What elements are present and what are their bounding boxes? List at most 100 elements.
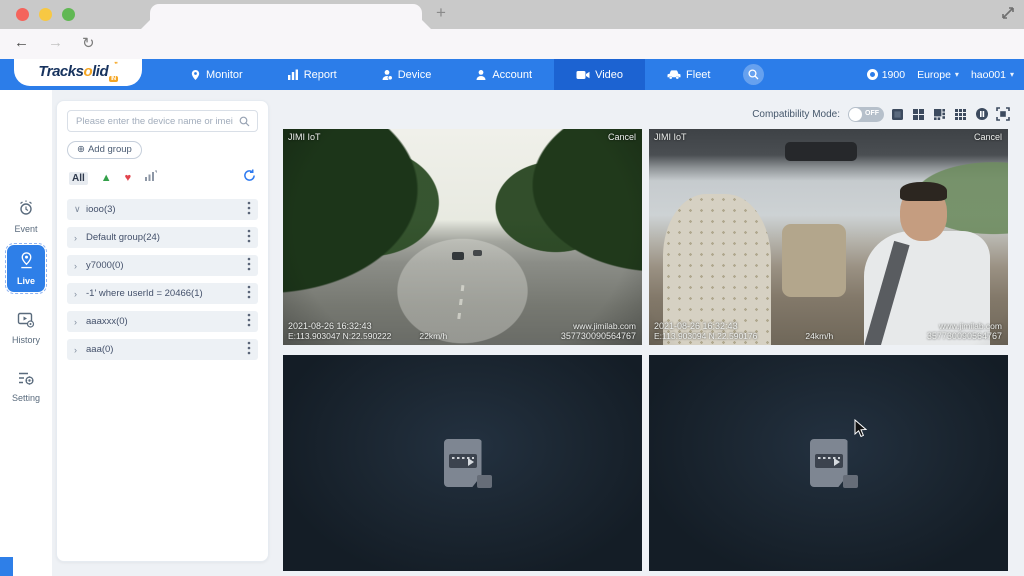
sidebar-item-event[interactable]: Event xyxy=(0,200,52,234)
nav-item-device[interactable]: Device xyxy=(359,59,454,90)
chevron-right-icon[interactable]: › xyxy=(74,317,86,327)
device-search-input[interactable] xyxy=(67,110,258,132)
refresh-icon[interactable] xyxy=(243,169,256,187)
reload-button[interactable]: ↻ xyxy=(82,34,95,52)
feed-telemetry-overlay: 2021-08-26 16:32:43 E:113.903047 N:22.59… xyxy=(288,321,447,341)
filter-signal-icon[interactable] xyxy=(144,169,157,187)
nav-item-report[interactable]: Report xyxy=(265,59,359,90)
video-file-placeholder-icon xyxy=(444,439,482,487)
feed-imei: 357730090564767 xyxy=(561,331,636,341)
setting-sliders-icon xyxy=(17,370,35,386)
feed-coordinates: E:113.903047 N:22.590222 xyxy=(288,331,391,341)
brand-logo-text: TracksolidIN xyxy=(38,63,117,82)
region-selector[interactable]: Europe▾ xyxy=(917,69,959,81)
play-icon xyxy=(834,458,840,466)
feed-id-overlay: www.jimilab.com 357730090564767 xyxy=(927,321,1002,341)
filter-moving-icon[interactable]: ▲ xyxy=(101,172,112,184)
feed-timestamp: 2021-08-26 16:32:43 xyxy=(654,321,833,331)
window-minimize-button[interactable] xyxy=(39,8,52,21)
fullscreen-icon[interactable] xyxy=(995,107,1010,122)
device-search xyxy=(67,110,258,132)
kebab-menu-icon[interactable] xyxy=(247,229,251,246)
play-icon xyxy=(468,458,474,466)
kebab-menu-icon[interactable] xyxy=(247,201,251,218)
app-screen: + ← → ↻ ☆ TracksolidIN ❞ Monitor Report xyxy=(0,0,1024,576)
sidebar-item-history[interactable]: History xyxy=(0,312,52,345)
kebab-menu-icon[interactable] xyxy=(247,285,251,302)
kebab-menu-icon[interactable] xyxy=(247,257,251,274)
credits-display[interactable]: 1900 xyxy=(867,69,905,81)
group-row[interactable]: › aaaxxx(0) xyxy=(67,311,258,332)
add-group-button[interactable]: ⊕ Add group xyxy=(67,141,142,159)
chevron-right-icon[interactable]: › xyxy=(74,289,86,299)
video-tile-empty[interactable] xyxy=(283,355,642,571)
group-row[interactable]: ∨ iooo(3) xyxy=(67,199,258,220)
user-menu[interactable]: hao001▾ xyxy=(971,69,1014,81)
brand-logo[interactable]: TracksolidIN ❞ xyxy=(14,59,142,86)
live-pin-icon xyxy=(19,252,34,269)
search-icon xyxy=(748,69,759,80)
filter-favorite-icon[interactable]: ♥ xyxy=(125,172,132,184)
chevron-right-icon[interactable]: › xyxy=(74,261,86,271)
nav-item-account[interactable]: Account xyxy=(453,59,554,90)
kebab-menu-icon[interactable] xyxy=(247,341,251,358)
feed-id-overlay: www.jimilab.com 357730090564767 xyxy=(561,321,636,341)
brand-spark-icon: ❞ xyxy=(114,61,118,69)
nav-item-video[interactable]: Video xyxy=(554,59,645,90)
pause-all-icon[interactable] xyxy=(974,107,989,122)
window-close-button[interactable] xyxy=(16,8,29,21)
search-icon[interactable] xyxy=(239,116,250,127)
feed-coordinates: E:113.903094 N:22.590176 xyxy=(654,331,757,341)
video-area-header: Compatibility Mode: OFF xyxy=(278,104,1010,124)
group-row[interactable]: › y7000(0) xyxy=(67,255,258,276)
group-row[interactable]: › aaa(0) xyxy=(67,339,258,360)
chevron-down-icon: ▾ xyxy=(955,70,959,79)
road-camera-frame xyxy=(283,129,642,345)
feed-speed: 24km/h xyxy=(805,331,833,341)
layout-nine-icon[interactable] xyxy=(953,107,968,122)
feed-brand-watermark: JIMI IoT xyxy=(288,132,321,142)
global-search-button[interactable] xyxy=(743,64,764,85)
filter-all[interactable]: All xyxy=(69,172,88,185)
forward-button[interactable]: → xyxy=(48,34,63,51)
car-icon xyxy=(667,69,681,80)
window-resize-icon[interactable] xyxy=(1000,5,1016,26)
chevron-right-icon[interactable]: › xyxy=(74,233,86,243)
feed-telemetry-overlay: 2021-08-26 16:32:43 E:113.903094 N:22.59… xyxy=(654,321,833,341)
window-zoom-button[interactable] xyxy=(62,8,75,21)
browser-tab[interactable] xyxy=(150,4,422,29)
nav-item-monitor[interactable]: Monitor xyxy=(168,59,265,90)
compatibility-mode-toggle[interactable]: OFF xyxy=(848,107,884,122)
bar-chart-icon xyxy=(287,69,299,80)
chevron-down-icon: ▾ xyxy=(1010,70,1014,79)
sidebar-item-live[interactable]: Live xyxy=(7,245,45,292)
new-tab-button[interactable]: + xyxy=(436,3,446,23)
left-rail: Event Live History Setting xyxy=(0,90,52,576)
layout-six-icon[interactable] xyxy=(932,107,947,122)
layout-single-icon[interactable] xyxy=(890,107,905,122)
nav-item-fleet[interactable]: Fleet xyxy=(645,59,732,90)
feed-cancel-button[interactable]: Cancel xyxy=(608,132,636,142)
chevron-down-icon[interactable]: ∨ xyxy=(74,204,86,215)
device-panel: ⊕ Add group All ▲ ♥ ∨ iooo(3) › Default … xyxy=(56,100,269,562)
browser-toolbar: ← → ↻ ☆ xyxy=(0,29,1024,59)
feed-imei: 357730090564767 xyxy=(927,331,1002,341)
video-grid: JIMI IoT Cancel 2021-08-26 16:32:43 E:11… xyxy=(283,129,1008,571)
feed-cancel-button[interactable]: Cancel xyxy=(974,132,1002,142)
person-icon xyxy=(475,69,487,81)
sidebar-item-setting[interactable]: Setting xyxy=(0,370,52,403)
video-tile-cabin[interactable]: JIMI IoT Cancel 2021-08-26 16:32:43 E:11… xyxy=(649,129,1008,345)
layout-quad-icon[interactable] xyxy=(911,107,926,122)
video-file-placeholder-icon xyxy=(810,439,848,487)
main-menu: Monitor Report Device Account Video Flee… xyxy=(168,59,764,90)
group-row[interactable]: › Default group(24) xyxy=(67,227,258,248)
navbar-right-controls: 1900 Europe▾ hao001▾ xyxy=(867,59,1014,90)
kebab-menu-icon[interactable] xyxy=(247,313,251,330)
video-tile-empty[interactable] xyxy=(649,355,1008,571)
video-tile-road[interactable]: JIMI IoT Cancel 2021-08-26 16:32:43 E:11… xyxy=(283,129,642,345)
browser-tab-strip: + xyxy=(0,0,1024,29)
event-alarm-icon xyxy=(17,200,35,217)
group-row[interactable]: › -1' where userId = 20466(1) xyxy=(67,283,258,304)
chevron-right-icon[interactable]: › xyxy=(74,345,86,355)
back-button[interactable]: ← xyxy=(14,34,29,51)
